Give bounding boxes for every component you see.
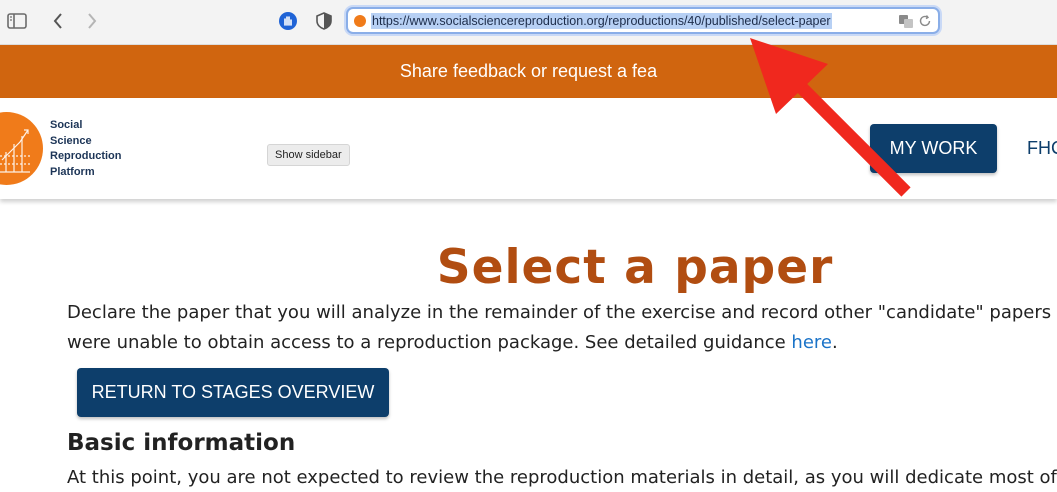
logo-line: Platform [50, 165, 95, 178]
url-text[interactable]: https://www.socialsciencereproduction.or… [371, 13, 832, 29]
basic-information-paragraph: At this point, you are not expected to r… [67, 467, 1057, 488]
feedback-banner-text[interactable]: Share feedback or request a fea [400, 61, 657, 81]
return-to-stages-button[interactable]: RETURN TO STAGES OVERVIEW [77, 368, 389, 417]
sidebar-toggle-icon[interactable] [6, 10, 28, 32]
reload-icon[interactable] [918, 13, 932, 27]
address-bar[interactable]: https://www.socialsciencereproduction.or… [346, 7, 940, 34]
shield-icon[interactable] [313, 10, 335, 32]
logo-line: Social [50, 119, 83, 131]
intro-line: were unable to obtain access to a reprod… [67, 328, 1057, 358]
logo-line: Science [50, 134, 92, 147]
guidance-link[interactable]: here [791, 332, 832, 353]
show-sidebar-button[interactable]: Show sidebar [267, 144, 350, 166]
intro-paragraph: Declare the paper that you will analyze … [67, 298, 1057, 358]
privacy-extension-icon[interactable] [277, 10, 299, 32]
logo-text[interactable]: Social Science Reproduction Platform [50, 118, 160, 180]
logo-line: Reproduction [50, 150, 122, 162]
logo-icon[interactable] [0, 112, 43, 185]
page-title: Select a paper [436, 240, 834, 295]
translate-icon[interactable] [898, 13, 914, 29]
intro-text: were unable to obtain access to a reprod… [67, 332, 792, 353]
forward-arrow-icon[interactable] [81, 10, 103, 32]
section-heading-basic-information: Basic information [67, 430, 296, 456]
site-favicon-icon [354, 15, 366, 27]
nav-link-fhc[interactable]: FHC [1027, 124, 1057, 173]
back-arrow-icon[interactable] [47, 10, 69, 32]
annotation-arrow-icon [750, 38, 911, 197]
intro-text: . [831, 332, 838, 353]
intro-line: Declare the paper that you will analyze … [67, 302, 1057, 323]
